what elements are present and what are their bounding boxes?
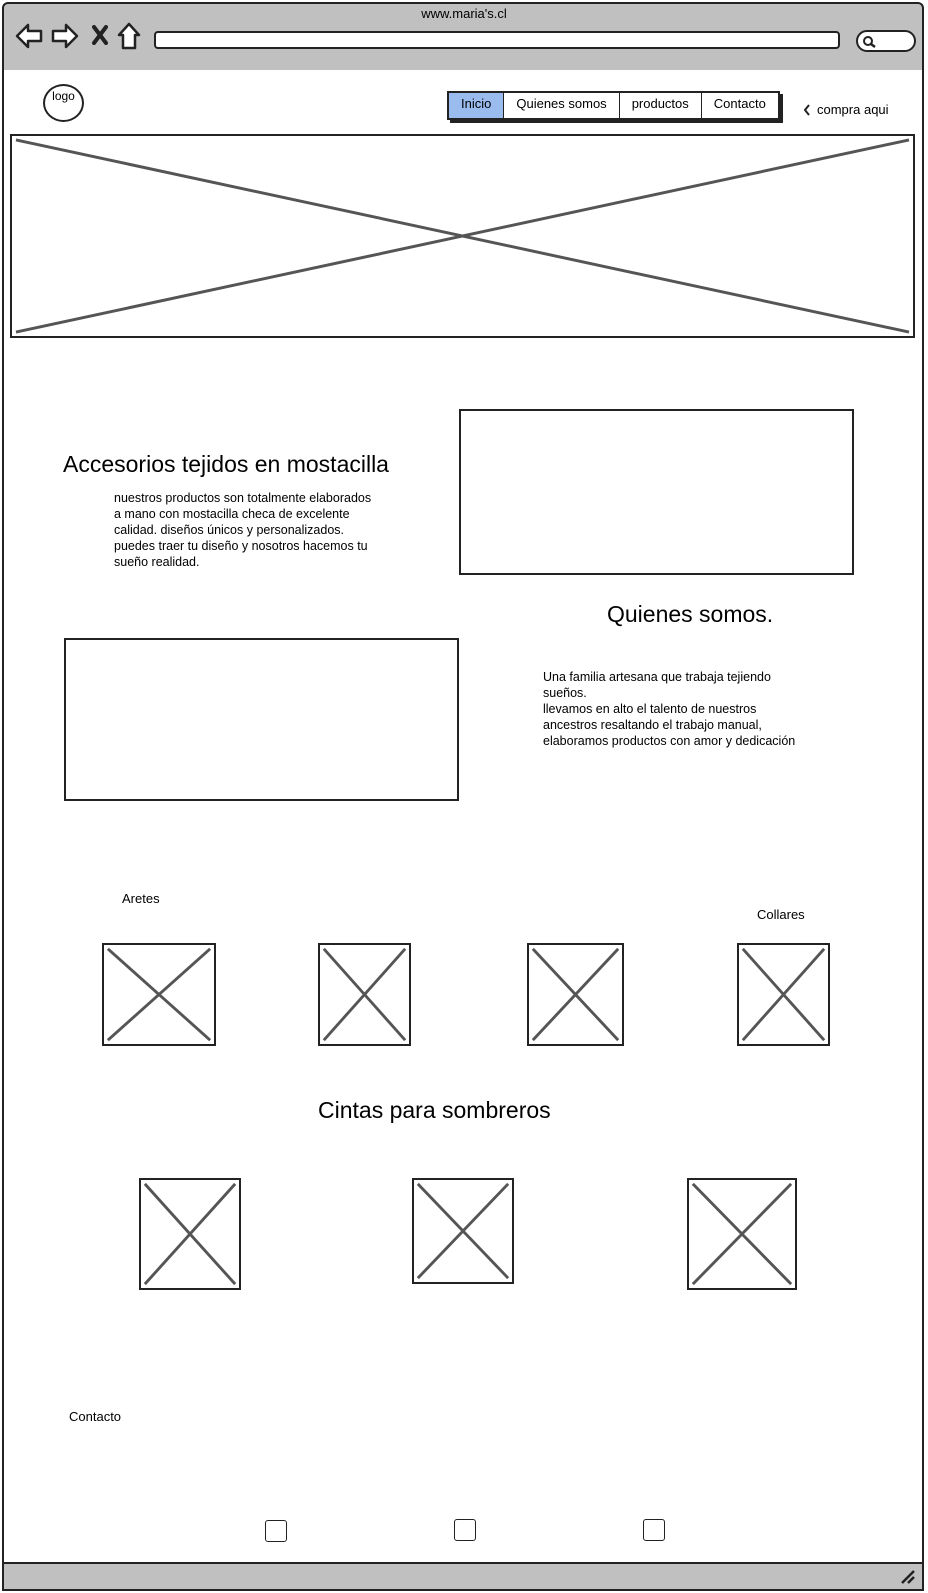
cinta-image-3[interactable] [687,1178,797,1290]
intro-media-box [459,409,854,575]
buy-link[interactable]: compra aqui [803,102,889,117]
about-title: Quienes somos. [607,601,774,627]
collares-label: Collares [757,907,805,922]
browser-statusbar [2,1562,924,1591]
product-image-2[interactable] [318,943,411,1046]
tab-productos[interactable]: productos [620,93,702,118]
hero-image-placeholder [10,134,915,338]
close-icon[interactable] [92,25,108,45]
cintas-title: Cintas para sombreros [318,1097,551,1123]
logo[interactable]: logo [43,84,84,122]
browser-url-title: www.maria's.cl [421,6,507,21]
buy-link-label: compra aqui [817,102,889,117]
tab-inicio[interactable]: Inicio [449,93,505,118]
address-bar[interactable] [154,31,840,49]
search-icon [863,36,876,48]
social-checkbox-2[interactable] [454,1519,476,1541]
forward-arrow-icon[interactable] [51,23,79,49]
cinta-image-2[interactable] [412,1178,514,1284]
intro-text: nuestros productos son totalmente elabor… [114,491,372,569]
social-checkbox-1[interactable] [265,1520,287,1542]
product-image-1[interactable] [102,943,216,1046]
product-image-4[interactable] [737,943,830,1046]
resize-grip-icon[interactable] [900,1569,916,1585]
home-icon[interactable] [117,22,141,50]
about-media-box [64,638,459,801]
contact-label: Contacto [69,1409,122,1424]
tab-contacto[interactable]: Contacto [702,93,778,118]
browser-window: www.maria's.cl logo Inicio Quienes somos… [0,0,928,1593]
cinta-image-1[interactable] [139,1178,241,1290]
aretes-label: Aretes [122,891,160,906]
tab-quienes-somos[interactable]: Quienes somos [504,93,620,118]
intro-title: Accesorios tejidos en mostacilla [63,451,389,477]
back-arrow-icon[interactable] [15,23,43,49]
social-checkbox-3[interactable] [643,1519,665,1541]
product-image-3[interactable] [527,943,624,1046]
about-text: Una familia artesana que trabaja tejiend… [543,670,796,748]
chevron-left-icon [803,103,810,116]
main-nav: Inicio Quienes somos productos Contacto [447,91,780,120]
search-field[interactable] [856,30,916,52]
